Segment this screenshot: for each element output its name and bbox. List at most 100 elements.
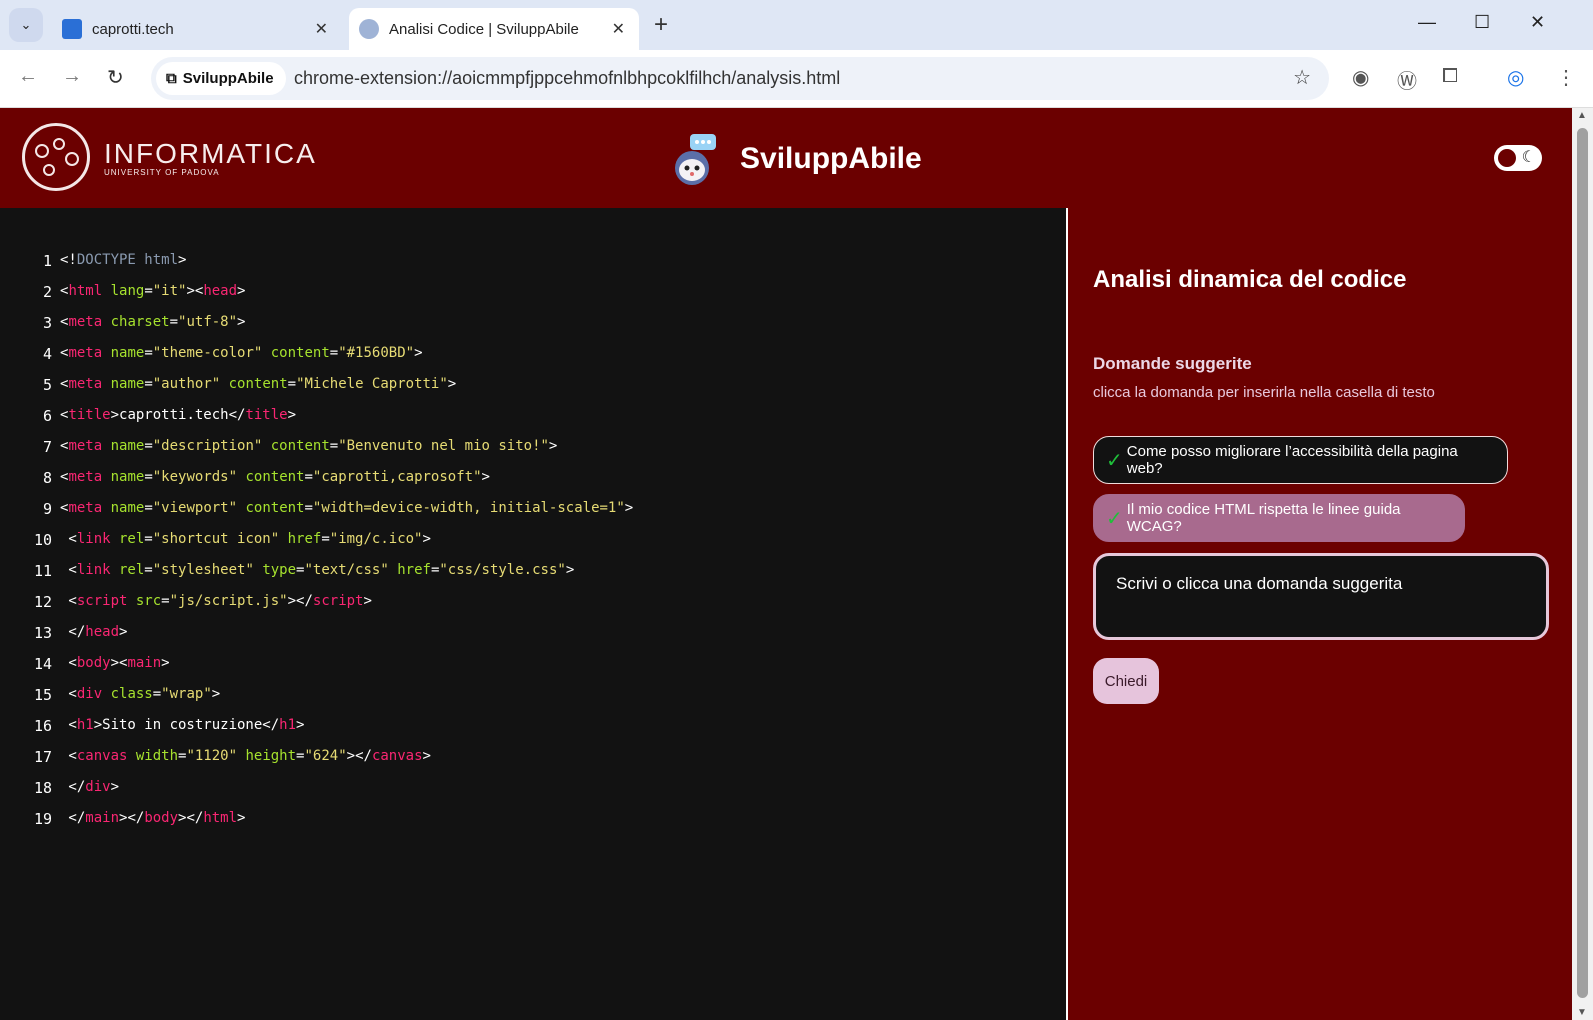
- code-token: content: [262, 345, 330, 361]
- code-token: DOCTYPE html: [76, 252, 179, 268]
- code-token: </: [60, 779, 86, 795]
- code-line: 12 <script src="js/script.js"></script>: [0, 593, 1066, 624]
- code-token: >: [363, 593, 372, 609]
- tab-caprotti[interactable]: caprotti.tech ✕: [52, 8, 342, 50]
- code-text: <link rel="shortcut icon" href="img/c.ic…: [60, 531, 431, 562]
- line-number: 1: [42, 252, 52, 270]
- unipd-seal-icon: [22, 123, 90, 191]
- code-token: =: [287, 376, 297, 392]
- code-text: <html lang="it"><head>: [60, 283, 245, 314]
- code-text: <script src="js/script.js"></script>: [60, 593, 372, 624]
- code-token: >: [624, 500, 634, 516]
- wordpress-extension-icon[interactable]: Ⓦ: [1397, 65, 1417, 94]
- extension-icon: ⧉: [166, 70, 177, 87]
- extensions-puzzle-icon[interactable]: ⧠: [1442, 65, 1458, 88]
- code-line: 9 <meta name="viewport" content="width=de…: [0, 500, 1066, 531]
- address-bar[interactable]: ⧉ SviluppAbile chrome-extension://aoicmm…: [151, 57, 1329, 100]
- close-window-icon[interactable]: ✕: [1530, 12, 1545, 33]
- maximize-icon[interactable]: ☐: [1474, 12, 1490, 33]
- code-token: name: [102, 438, 145, 454]
- close-tab-icon[interactable]: ✕: [315, 19, 328, 39]
- code-token: "1120": [186, 748, 238, 764]
- code-token: "#1560BD": [338, 345, 415, 361]
- line-number: 8: [42, 469, 52, 487]
- back-icon[interactable]: ←: [18, 65, 38, 88]
- code-token: rel: [110, 562, 145, 578]
- university-logo[interactable]: INFORMATICA UNIVERSITY OF PADOVA: [22, 123, 317, 191]
- code-token: =: [304, 500, 313, 516]
- suggestion-button[interactable]: ✓ Come posso migliorare l’accessibilità …: [1093, 436, 1508, 484]
- code-token: "Michele Caprotti": [296, 376, 448, 392]
- code-token: >: [237, 283, 246, 299]
- profile-icon[interactable]: ◎: [1507, 65, 1524, 90]
- code-token: >: [119, 624, 128, 640]
- code-line: 14 <body><main>: [0, 655, 1066, 686]
- brand: SviluppAbile: [668, 132, 922, 186]
- code-token: "viewport": [152, 500, 238, 516]
- ask-button[interactable]: Chiedi: [1093, 658, 1159, 704]
- sviluppabile-extension-icon[interactable]: ◉: [1352, 65, 1369, 90]
- code-token: rel: [110, 531, 145, 547]
- line-number: 19: [33, 810, 52, 828]
- code-token: >: [447, 376, 457, 392]
- page-scrollbar[interactable]: ▲ ▼: [1572, 108, 1593, 1020]
- tab-search-button[interactable]: ⌄: [9, 8, 43, 42]
- code-token: content: [237, 500, 305, 516]
- code-token: =: [144, 438, 153, 454]
- code-token: <: [60, 748, 77, 764]
- code-token: =: [329, 438, 339, 454]
- code-text: <canvas width="1120" height="624"></canv…: [60, 748, 431, 779]
- code-token: meta: [68, 376, 103, 392]
- analysis-panel: Analisi dinamica del codice Domande sugg…: [1068, 208, 1572, 1020]
- code-token: <: [60, 562, 77, 578]
- close-tab-icon[interactable]: ✕: [612, 19, 625, 39]
- bookmark-star-icon[interactable]: ☆: [1293, 65, 1311, 90]
- line-number: 6: [42, 407, 52, 425]
- code-token: body: [144, 810, 179, 826]
- line-number: 11: [33, 562, 52, 580]
- code-token: main: [85, 810, 120, 826]
- code-token: >Sito in costruzione</: [93, 717, 280, 733]
- university-title: INFORMATICA: [104, 137, 317, 169]
- code-token: <: [60, 686, 77, 702]
- tab-analisi-codice[interactable]: Analisi Codice | SviluppAbile ✕: [349, 8, 639, 50]
- code-token: "caprotti,caprosoft": [312, 469, 482, 485]
- new-tab-icon[interactable]: +: [654, 11, 668, 39]
- code-token: main: [127, 655, 162, 671]
- code-token: "description": [152, 438, 263, 454]
- code-token: body: [76, 655, 111, 671]
- dark-mode-toggle[interactable]: ☾: [1494, 145, 1542, 171]
- line-number: 14: [33, 655, 52, 673]
- code-token: <: [60, 655, 77, 671]
- scroll-down-icon[interactable]: ▼: [1577, 1007, 1587, 1018]
- site-info-chip[interactable]: ⧉ SviluppAbile: [156, 62, 286, 95]
- code-token: >: [422, 748, 431, 764]
- code-token: meta: [68, 438, 103, 454]
- code-token: >: [161, 655, 170, 671]
- code-token: href: [279, 531, 322, 547]
- suggestion-button[interactable]: ✓ Il mio codice HTML rispetta le linee g…: [1093, 494, 1465, 542]
- scroll-up-icon[interactable]: ▲: [1577, 110, 1587, 121]
- code-text: <meta name="theme-color" content="#1560B…: [60, 345, 423, 376]
- code-token: meta: [68, 469, 103, 485]
- code-token: </: [60, 810, 86, 826]
- code-token: "img/c.ico": [329, 531, 423, 547]
- forward-icon[interactable]: →: [62, 65, 82, 88]
- code-viewer: 1 <!DOCTYPE html> 2 <html lang="it"><head> 3…: [0, 208, 1066, 1020]
- caprotti-favicon-icon: [62, 19, 82, 39]
- menu-kebab-icon[interactable]: ⋮: [1556, 65, 1576, 90]
- suggestion-label: Il mio codice HTML rispetta le linee gui…: [1126, 501, 1401, 535]
- reload-icon[interactable]: ↻: [107, 65, 124, 90]
- code-token: canvas: [76, 748, 128, 764]
- code-token: >: [296, 717, 305, 733]
- line-number: 16: [33, 717, 52, 735]
- line-number: 12: [33, 593, 52, 611]
- code-token: =: [144, 376, 153, 392]
- code-line: 1 <!DOCTYPE html>: [0, 252, 1066, 283]
- minimize-icon[interactable]: —: [1418, 12, 1436, 33]
- tab-title: caprotti.tech: [92, 20, 174, 38]
- scroll-thumb[interactable]: [1577, 128, 1588, 998]
- question-textarea[interactable]: Scrivi o clicca una domanda suggerita: [1093, 553, 1549, 640]
- code-token: head: [85, 624, 120, 640]
- line-number: 18: [33, 779, 52, 797]
